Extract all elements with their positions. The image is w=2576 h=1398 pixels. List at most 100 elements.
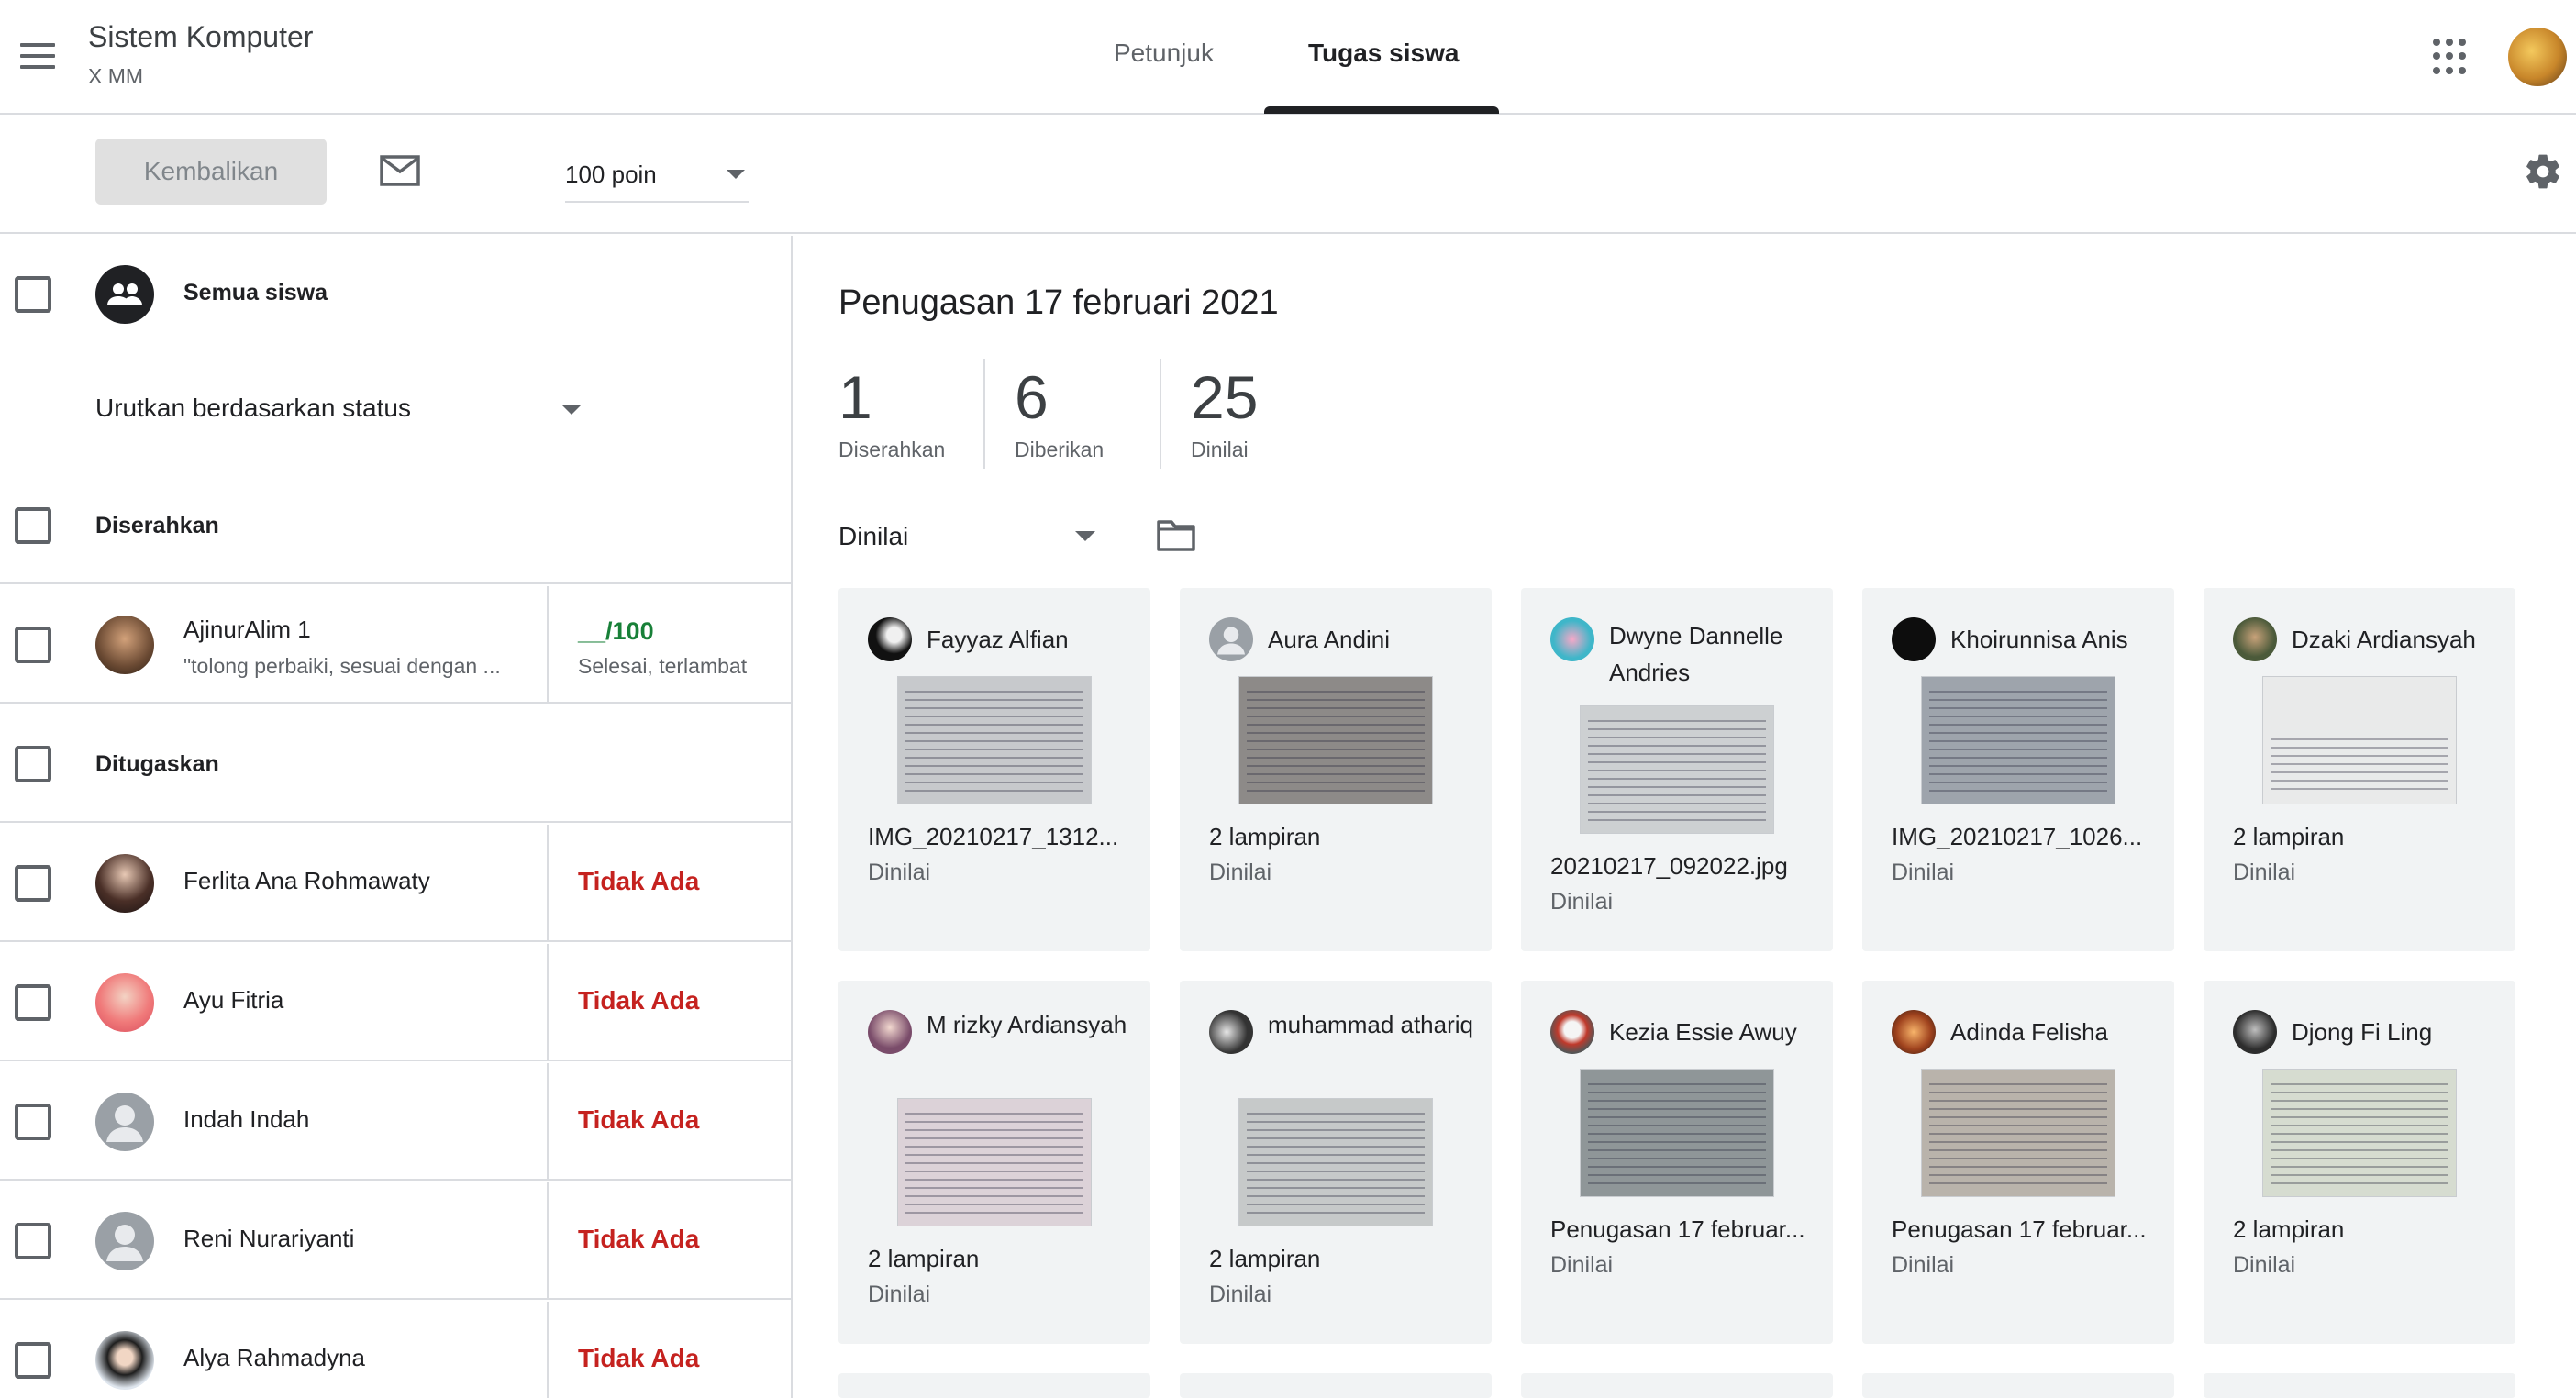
attachment-thumbnail[interactable] bbox=[1921, 1069, 2115, 1197]
missing-status: Tidak Ada bbox=[578, 1344, 700, 1372]
card-status: Dinilai bbox=[1550, 889, 1614, 915]
attachment-name: 2 lampiran bbox=[1209, 1245, 1321, 1272]
attachment-name: IMG_20210217_1312... bbox=[868, 823, 1119, 850]
attachment-name: Penugasan 17 februar... bbox=[1892, 1215, 2147, 1243]
stat-label: Dinilai bbox=[1191, 438, 1249, 461]
submission-card[interactable]: Khoirunnisa Anis IMG_20210217_1026... Di… bbox=[1862, 588, 2174, 951]
divider bbox=[1160, 359, 1161, 469]
card-student-name: Djong Fi Ling bbox=[2292, 1018, 2433, 1046]
return-button[interactable]: Kembalikan bbox=[95, 139, 327, 205]
submission-card[interactable]: Adinda Felisha Penugasan 17 februar... D… bbox=[1862, 981, 2174, 1344]
submission-card[interactable]: Djong Fi Ling 2 lampiran Dinilai bbox=[2204, 981, 2515, 1344]
avatar bbox=[2233, 617, 2277, 661]
student-row[interactable]: Reni Nurariyanti Tidak Ada bbox=[0, 1182, 791, 1300]
student-checkbox[interactable] bbox=[15, 984, 51, 1021]
submission-card[interactable]: muhammad athariq 2 lampiran Dinilai bbox=[1180, 981, 1492, 1344]
student-checkbox[interactable] bbox=[15, 627, 51, 663]
filter-select[interactable]: Dinilai bbox=[838, 522, 1108, 564]
missing-status: Tidak Ada bbox=[578, 1105, 700, 1134]
gear-icon[interactable] bbox=[2523, 151, 2563, 192]
student-name: Alya Rahmadyna bbox=[183, 1344, 365, 1371]
missing-status: Tidak Ada bbox=[578, 1225, 700, 1253]
card-student-name: M rizky Ardiansyah bbox=[927, 1011, 1127, 1038]
student-row[interactable]: Ferlita Ana Rohmawaty Tidak Ada bbox=[0, 825, 791, 942]
app-header: Sistem Komputer X MM Petunjuk Tugas sisw… bbox=[0, 0, 2576, 115]
grade-cell[interactable]: Tidak Ada bbox=[547, 1182, 791, 1300]
stat-value: 1 bbox=[838, 363, 872, 431]
missing-status: Tidak Ada bbox=[578, 986, 700, 1015]
stat-label: Diberikan bbox=[1015, 438, 1105, 461]
avatar bbox=[95, 854, 154, 913]
submission-card[interactable] bbox=[1862, 1373, 2174, 1398]
card-status: Dinilai bbox=[1209, 1282, 1272, 1307]
all-students-row[interactable]: Semua siswa bbox=[0, 236, 791, 355]
class-subtitle: X MM bbox=[88, 64, 144, 88]
account-avatar[interactable] bbox=[2508, 28, 2567, 86]
submission-card[interactable]: Dwyne Dannelle Andries 20210217_092022.j… bbox=[1521, 588, 1833, 951]
attachment-name: 2 lampiran bbox=[2233, 1215, 2345, 1243]
grade-cell[interactable]: Tidak Ada bbox=[547, 944, 791, 1061]
chevron-down-icon bbox=[1075, 531, 1095, 541]
attachment-thumbnail[interactable] bbox=[2262, 676, 2457, 804]
attachment-thumbnail[interactable] bbox=[1238, 1098, 1433, 1226]
student-checkbox[interactable] bbox=[15, 1342, 51, 1379]
avatar bbox=[1209, 1010, 1253, 1054]
submission-card[interactable]: Kezia Essie Awuy Penugasan 17 februar...… bbox=[1521, 981, 1833, 1344]
folder-icon[interactable] bbox=[1156, 516, 1196, 553]
submission-card[interactable] bbox=[2204, 1373, 2515, 1398]
student-row[interactable]: Alya Rahmadyna Tidak Ada bbox=[0, 1302, 791, 1398]
class-title[interactable]: Sistem Komputer bbox=[88, 20, 313, 54]
submission-card[interactable] bbox=[838, 1373, 1150, 1398]
student-row[interactable]: AjinurAlim 1 "tolong perbaiki, sesuai de… bbox=[0, 586, 791, 704]
submission-card[interactable] bbox=[1521, 1373, 1833, 1398]
menu-icon[interactable] bbox=[15, 35, 61, 77]
attachment-thumbnail[interactable] bbox=[897, 676, 1092, 804]
stat-submitted: 1 Diserahkan bbox=[838, 362, 945, 462]
chevron-down-icon bbox=[561, 405, 582, 415]
submission-card[interactable] bbox=[1180, 1373, 1492, 1398]
grade-cell[interactable]: __/100 Selesai, terlambat bbox=[547, 586, 791, 704]
tab-student-work[interactable]: Tugas siswa bbox=[1308, 39, 1459, 68]
attachment-thumbnail[interactable] bbox=[897, 1098, 1092, 1226]
card-status: Dinilai bbox=[1550, 1252, 1614, 1278]
section-checkbox[interactable] bbox=[15, 746, 51, 782]
card-status: Dinilai bbox=[868, 860, 931, 885]
grade-score[interactable]: __/100 bbox=[578, 617, 654, 646]
section-checkbox[interactable] bbox=[15, 507, 51, 544]
submission-card[interactable]: Fayyaz Alfian IMG_20210217_1312... Dinil… bbox=[838, 588, 1150, 951]
attachment-thumbnail[interactable] bbox=[1580, 705, 1774, 834]
submission-card[interactable]: Aura Andini 2 lampiran Dinilai bbox=[1180, 588, 1492, 951]
attachment-thumbnail[interactable] bbox=[1238, 676, 1433, 804]
grade-cell[interactable]: Tidak Ada bbox=[547, 825, 791, 942]
student-checkbox[interactable] bbox=[15, 1223, 51, 1259]
attachment-name: 2 lampiran bbox=[2233, 823, 2345, 850]
grading-toolbar: Kembalikan 100 poin bbox=[0, 116, 2576, 234]
student-row[interactable]: Ayu Fitria Tidak Ada bbox=[0, 944, 791, 1061]
avatar bbox=[1550, 1010, 1594, 1054]
grade-cell[interactable]: Tidak Ada bbox=[547, 1063, 791, 1181]
apps-grid-icon[interactable] bbox=[2433, 39, 2470, 75]
submission-card[interactable]: M rizky Ardiansyah 2 lampiran Dinilai bbox=[838, 981, 1150, 1344]
student-checkbox[interactable] bbox=[15, 865, 51, 902]
group-icon bbox=[95, 265, 154, 324]
attachment-thumbnail[interactable] bbox=[1921, 676, 2115, 804]
student-row[interactable]: Indah Indah Tidak Ada bbox=[0, 1063, 791, 1181]
assignment-title: Penugasan 17 februari 2021 bbox=[838, 283, 1279, 322]
card-status: Dinilai bbox=[2233, 860, 2296, 885]
attachment-thumbnail[interactable] bbox=[2262, 1069, 2457, 1197]
grade-cell[interactable]: Tidak Ada bbox=[547, 1302, 791, 1398]
student-name: Indah Indah bbox=[183, 1105, 310, 1133]
points-select[interactable]: 100 poin bbox=[565, 161, 749, 203]
all-students-label: Semua siswa bbox=[183, 280, 328, 305]
student-checkbox[interactable] bbox=[15, 1104, 51, 1140]
mail-icon[interactable] bbox=[380, 155, 420, 186]
avatar bbox=[1209, 617, 1253, 661]
card-status: Dinilai bbox=[1892, 860, 1955, 885]
attachment-thumbnail[interactable] bbox=[1580, 1069, 1774, 1197]
submission-card[interactable]: Dzaki Ardiansyah 2 lampiran Dinilai bbox=[2204, 588, 2515, 951]
attachment-name: Penugasan 17 februar... bbox=[1550, 1215, 1805, 1243]
avatar bbox=[1892, 1010, 1936, 1054]
tab-instructions[interactable]: Petunjuk bbox=[1114, 39, 1214, 68]
filter-value: Dinilai bbox=[838, 522, 909, 550]
select-all-checkbox[interactable] bbox=[15, 276, 51, 313]
